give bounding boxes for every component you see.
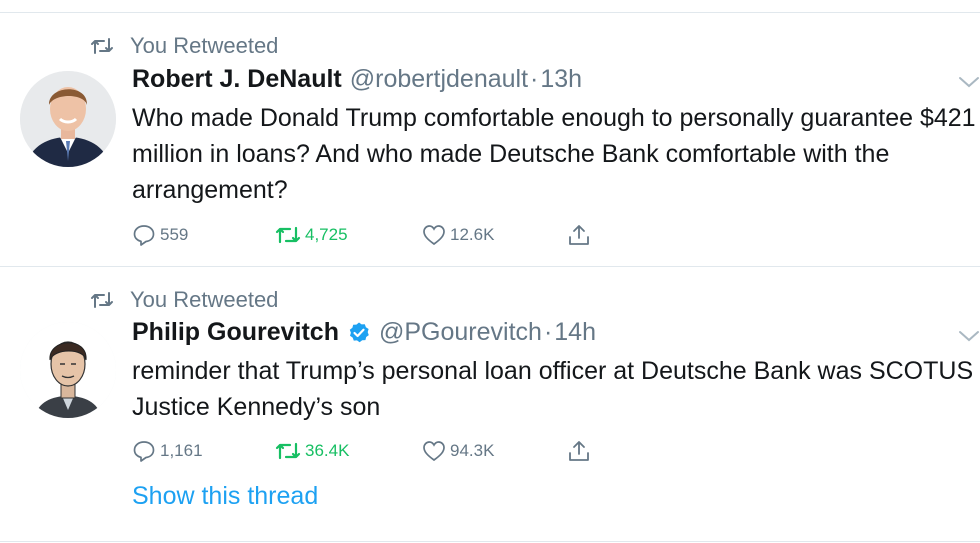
retweet-button[interactable]: 4,725	[275, 223, 348, 247]
separator-dot: ·	[530, 65, 539, 93]
retweet-button[interactable]: 36.4K	[275, 439, 349, 463]
retweet-icon	[275, 226, 301, 244]
retweet-icon	[91, 38, 113, 54]
chevron-down-icon[interactable]	[958, 75, 980, 89]
retweet-icon	[91, 292, 113, 308]
timestamp[interactable]: 14h	[554, 318, 596, 347]
author-handle[interactable]: @robertjdenault	[350, 65, 528, 94]
reply-icon	[133, 441, 155, 462]
retweet-label: You Retweeted	[130, 287, 279, 312]
bottom-divider	[0, 541, 980, 542]
tweet-text: Who made Donald Trump comfortable enough…	[132, 104, 976, 204]
share-icon	[569, 225, 589, 245]
reply-count: 559	[160, 225, 189, 244]
reply-count: 1,161	[160, 441, 203, 460]
avatar-image	[20, 322, 116, 418]
share-button[interactable]	[567, 223, 595, 247]
show-thread-link[interactable]: Show this thread	[132, 482, 318, 511]
author-handle[interactable]: @PGourevitch	[379, 318, 542, 347]
like-count: 12.6K	[450, 225, 495, 244]
author-name[interactable]: Philip Gourevitch	[132, 318, 339, 347]
like-button[interactable]: 12.6K	[422, 223, 494, 247]
share-icon	[569, 441, 589, 461]
retweet-count: 36.4K	[305, 441, 350, 460]
timestamp[interactable]: 13h	[540, 65, 582, 94]
share-button[interactable]	[567, 439, 595, 463]
avatar[interactable]	[20, 322, 116, 418]
tweet-text: reminder that Trump’s personal loan offi…	[132, 357, 974, 421]
reply-icon	[133, 225, 155, 246]
separator-dot: ·	[543, 318, 553, 346]
retweet-label: You Retweeted	[130, 33, 279, 58]
tweet-1[interactable]: You Retweeted Robert J. DeNault @robertj…	[0, 13, 980, 266]
like-button[interactable]: 94.3K	[422, 439, 494, 463]
retweet-indicator: You Retweeted	[90, 287, 278, 313]
heart-icon	[423, 441, 445, 462]
retweet-icon	[275, 442, 301, 460]
reply-button[interactable]: 559	[132, 223, 188, 247]
avatar[interactable]	[20, 71, 116, 167]
tweet-header: Robert J. DeNault @robertjdenault · 13h	[132, 65, 582, 94]
tweet-header: Philip Gourevitch @PGourevitch · 14h	[132, 318, 596, 347]
reply-button[interactable]: 1,161	[132, 439, 203, 463]
retweet-indicator: You Retweeted	[90, 33, 278, 59]
chevron-down-icon[interactable]	[958, 329, 980, 343]
avatar-image	[20, 71, 116, 167]
retweet-count: 4,725	[305, 225, 348, 244]
verified-badge-icon	[349, 322, 369, 342]
heart-icon	[423, 225, 445, 246]
tweet-2[interactable]: You Retweeted Philip Gourevitch @PGourev…	[0, 267, 980, 541]
author-name[interactable]: Robert J. DeNault	[132, 65, 342, 94]
like-count: 94.3K	[450, 441, 495, 460]
